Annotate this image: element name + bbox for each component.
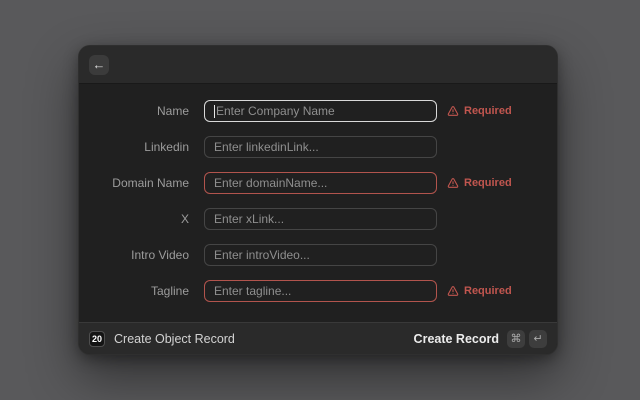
action-bar: 20 Create Object Record Create Record ⌘ … (79, 322, 557, 354)
required-badge: Required (447, 285, 512, 297)
input-placeholder: Enter Company Name (216, 104, 335, 118)
required-label: Required (464, 105, 512, 117)
twenty-app-icon: 20 (89, 331, 105, 347)
name-input[interactable]: Enter Company Name (204, 100, 437, 122)
tagline-input[interactable]: Enter tagline... (204, 280, 437, 302)
intro-video-input[interactable]: Enter introVideo... (204, 244, 437, 266)
modal-header: ← (79, 46, 557, 84)
field-label-tagline: Tagline (79, 284, 189, 298)
field-label-domain-name: Domain Name (79, 176, 189, 190)
required-label: Required (464, 285, 512, 297)
warning-triangle-icon (447, 177, 459, 189)
warning-triangle-icon (447, 105, 459, 117)
create-record-button[interactable]: Create Record (414, 332, 499, 346)
action-bar-left: 20 Create Object Record (89, 331, 235, 347)
x-input[interactable]: Enter xLink... (204, 208, 437, 230)
form-row-x: X Enter xLink... (79, 208, 557, 230)
input-placeholder: Enter linkedinLink... (214, 140, 319, 154)
required-badge: Required (447, 105, 512, 117)
field-label-intro-video: Intro Video (79, 248, 189, 262)
form-row-domain-name: Domain Name Enter domainName... Required (79, 172, 557, 194)
action-bar-right: Create Record ⌘ ↵ (414, 330, 547, 348)
field-label-name: Name (79, 104, 189, 118)
form-row-linkedin: Linkedin Enter linkedinLink... (79, 136, 557, 158)
domain-name-input[interactable]: Enter domainName... (204, 172, 437, 194)
back-arrow-icon: ← (93, 58, 106, 71)
back-button[interactable]: ← (89, 55, 109, 75)
required-badge: Required (447, 177, 512, 189)
required-label: Required (464, 177, 512, 189)
cmd-key-icon: ⌘ (507, 330, 525, 348)
shortcut-keys: ⌘ ↵ (507, 330, 547, 348)
text-caret (214, 105, 215, 118)
field-label-x: X (79, 212, 189, 226)
form-row-name: Name Enter Company Name Required (79, 100, 557, 122)
record-form: Name Enter Company Name Required Linkedin En… (79, 84, 557, 322)
command-title: Create Object Record (114, 332, 235, 346)
form-row-tagline: Tagline Enter tagline... Required (79, 280, 557, 302)
enter-key-icon: ↵ (529, 330, 547, 348)
field-label-linkedin: Linkedin (79, 140, 189, 154)
form-row-intro-video: Intro Video Enter introVideo... (79, 244, 557, 266)
input-placeholder: Enter xLink... (214, 212, 284, 226)
input-placeholder: Enter tagline... (214, 284, 291, 298)
warning-triangle-icon (447, 285, 459, 297)
create-record-modal: ← Name Enter Company Name Required Linkedin… (78, 45, 558, 355)
linkedin-input[interactable]: Enter linkedinLink... (204, 136, 437, 158)
input-placeholder: Enter introVideo... (214, 248, 310, 262)
input-placeholder: Enter domainName... (214, 176, 327, 190)
